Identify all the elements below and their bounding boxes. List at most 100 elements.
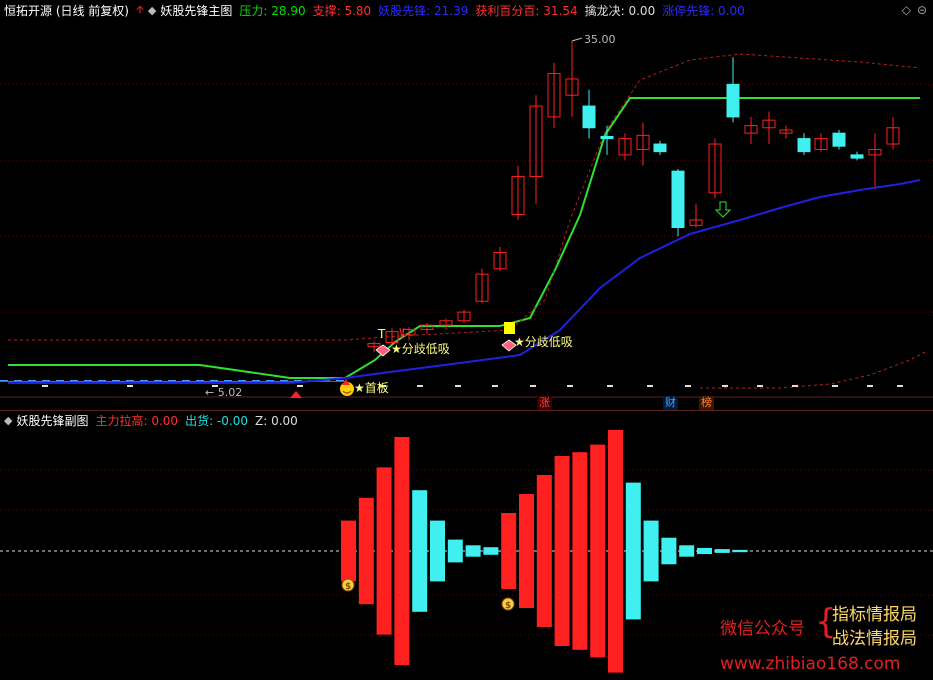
candle [708, 138, 722, 199]
marker-t: T [377, 327, 386, 341]
signal-label-2: ★分歧低吸 [514, 335, 573, 349]
support-dash-line [700, 351, 926, 389]
candle-body [653, 143, 667, 153]
candle [850, 151, 864, 161]
money-bag-icon: $ [341, 578, 355, 592]
header-value-1: 支撑: 5.80 [312, 3, 372, 18]
header-value-5: 涨停先锋: 0.00 [662, 3, 745, 18]
pressure-line [8, 97, 920, 379]
yaogu-line [8, 179, 921, 384]
watermark-line2: 战法情报局 [832, 629, 917, 649]
sub-bar [501, 513, 517, 589]
watermark-wechat: 微信公众号 [720, 619, 805, 639]
settings-diamond-icon[interactable]: ◆ [148, 4, 156, 17]
candle [547, 62, 561, 128]
candle [744, 116, 758, 145]
main-chart-header: 恒拓开源 (日线 前复权) 🡩 ◆ 妖股先锋主图 压力: 28.90 支撑: 5.… [0, 0, 933, 20]
close-circle-icon[interactable]: ⊝ [917, 3, 927, 17]
sub-bar [447, 539, 463, 563]
candle [439, 318, 453, 330]
candle [529, 95, 543, 204]
candle-body [671, 170, 685, 229]
watermark-line1: 指标情报局 [832, 605, 917, 625]
main-indicator-name[interactable]: 妖股先锋主图 [160, 2, 232, 19]
ranking-tag[interactable]: 榜 [699, 396, 714, 410]
high-price-pointer [571, 37, 583, 42]
candle [457, 309, 471, 323]
high-price-label: 35.00 [584, 33, 616, 46]
bag-symbol: $ [505, 601, 511, 611]
candle [582, 89, 596, 139]
candle [475, 268, 489, 304]
resistance-dash-line [8, 53, 921, 341]
candle [726, 57, 740, 123]
sub-bar [572, 452, 588, 650]
sub-bar [590, 444, 606, 658]
main-price-chart: 35.00 ← 5.02 T ★分歧低吸 ★分歧低吸 ★首板 [0, 33, 933, 399]
sub-bar [358, 497, 374, 605]
sub-bar [554, 456, 570, 646]
sub-bar [714, 549, 730, 553]
yellow-square-marker [504, 322, 515, 334]
sub-bar [679, 545, 695, 557]
signal-label-3: ★首板 [354, 381, 389, 395]
settings-diamond-icon[interactable]: ◆ [4, 414, 12, 427]
stock-title[interactable]: 恒拓开源 (日线 前复权) [4, 2, 129, 19]
sub-bar [483, 547, 499, 555]
candle-body [726, 83, 740, 118]
candle [636, 122, 650, 166]
candle [402, 327, 416, 341]
candle [762, 111, 776, 145]
watermark-url: www.zhibiao168.com [720, 654, 901, 674]
sub-bar [536, 475, 552, 627]
candle [565, 41, 579, 117]
sub-indicator-name[interactable]: 妖股先锋副图 [16, 412, 88, 429]
header-value-4: 擒龙决: 0.00 [584, 3, 656, 18]
candle [511, 165, 525, 220]
candle [420, 322, 434, 334]
candle-body [850, 154, 864, 159]
candle [671, 168, 685, 237]
sub-bar [519, 494, 534, 608]
sub-chart-header: ◆ 妖股先锋副图 主力拉高: 0.00 出货: -0.00 Z: 0.00 [0, 410, 933, 430]
sub-bar [394, 437, 410, 665]
candle [653, 140, 667, 155]
low-price-label: ← 5.02 [205, 386, 242, 399]
signal-label-1: ★分歧低吸 [391, 342, 450, 356]
candle-body [832, 132, 846, 147]
smiley-hat-icon [342, 379, 350, 385]
buy-triangle-icon [290, 391, 302, 398]
sub-bar [661, 537, 677, 565]
limit-up-tag[interactable]: 涨 [537, 396, 552, 410]
header-value-0: 压力: 28.90 [239, 3, 306, 18]
money-bag-icon: $ [501, 597, 515, 611]
candle [779, 125, 793, 139]
up-arrow-icon: 🡩 [136, 2, 144, 16]
sub-bar [625, 482, 641, 620]
candle [886, 116, 900, 150]
sub-bar [376, 467, 392, 635]
green-down-arrow-icon [714, 201, 732, 218]
candle-body [600, 135, 614, 140]
candle-body [797, 138, 811, 153]
watermark-names: 指标情报局 战法情报局 [832, 603, 917, 651]
sub-value-1: 出货: -0.00 [185, 414, 248, 428]
sub-bar [465, 545, 481, 557]
sub-bar [412, 490, 428, 612]
sub-bar [430, 520, 445, 582]
sub-value-2: Z: 0.00 [254, 414, 298, 428]
candle [797, 133, 811, 155]
bag-symbol: $ [345, 582, 351, 592]
sub-bar [732, 549, 748, 553]
candle [814, 133, 828, 152]
candle [868, 133, 882, 188]
candle [493, 247, 507, 271]
sub-value-0: 主力拉高: 0.00 [95, 414, 179, 428]
sub-bar [697, 547, 712, 555]
sub-indicator-chart: $$ [0, 430, 933, 673]
candle-body [582, 105, 596, 129]
candle [832, 129, 846, 150]
sub-bar [643, 520, 659, 582]
expand-diamond-icon[interactable]: ◇ [902, 3, 911, 17]
finance-tag[interactable]: 财 [663, 396, 678, 410]
